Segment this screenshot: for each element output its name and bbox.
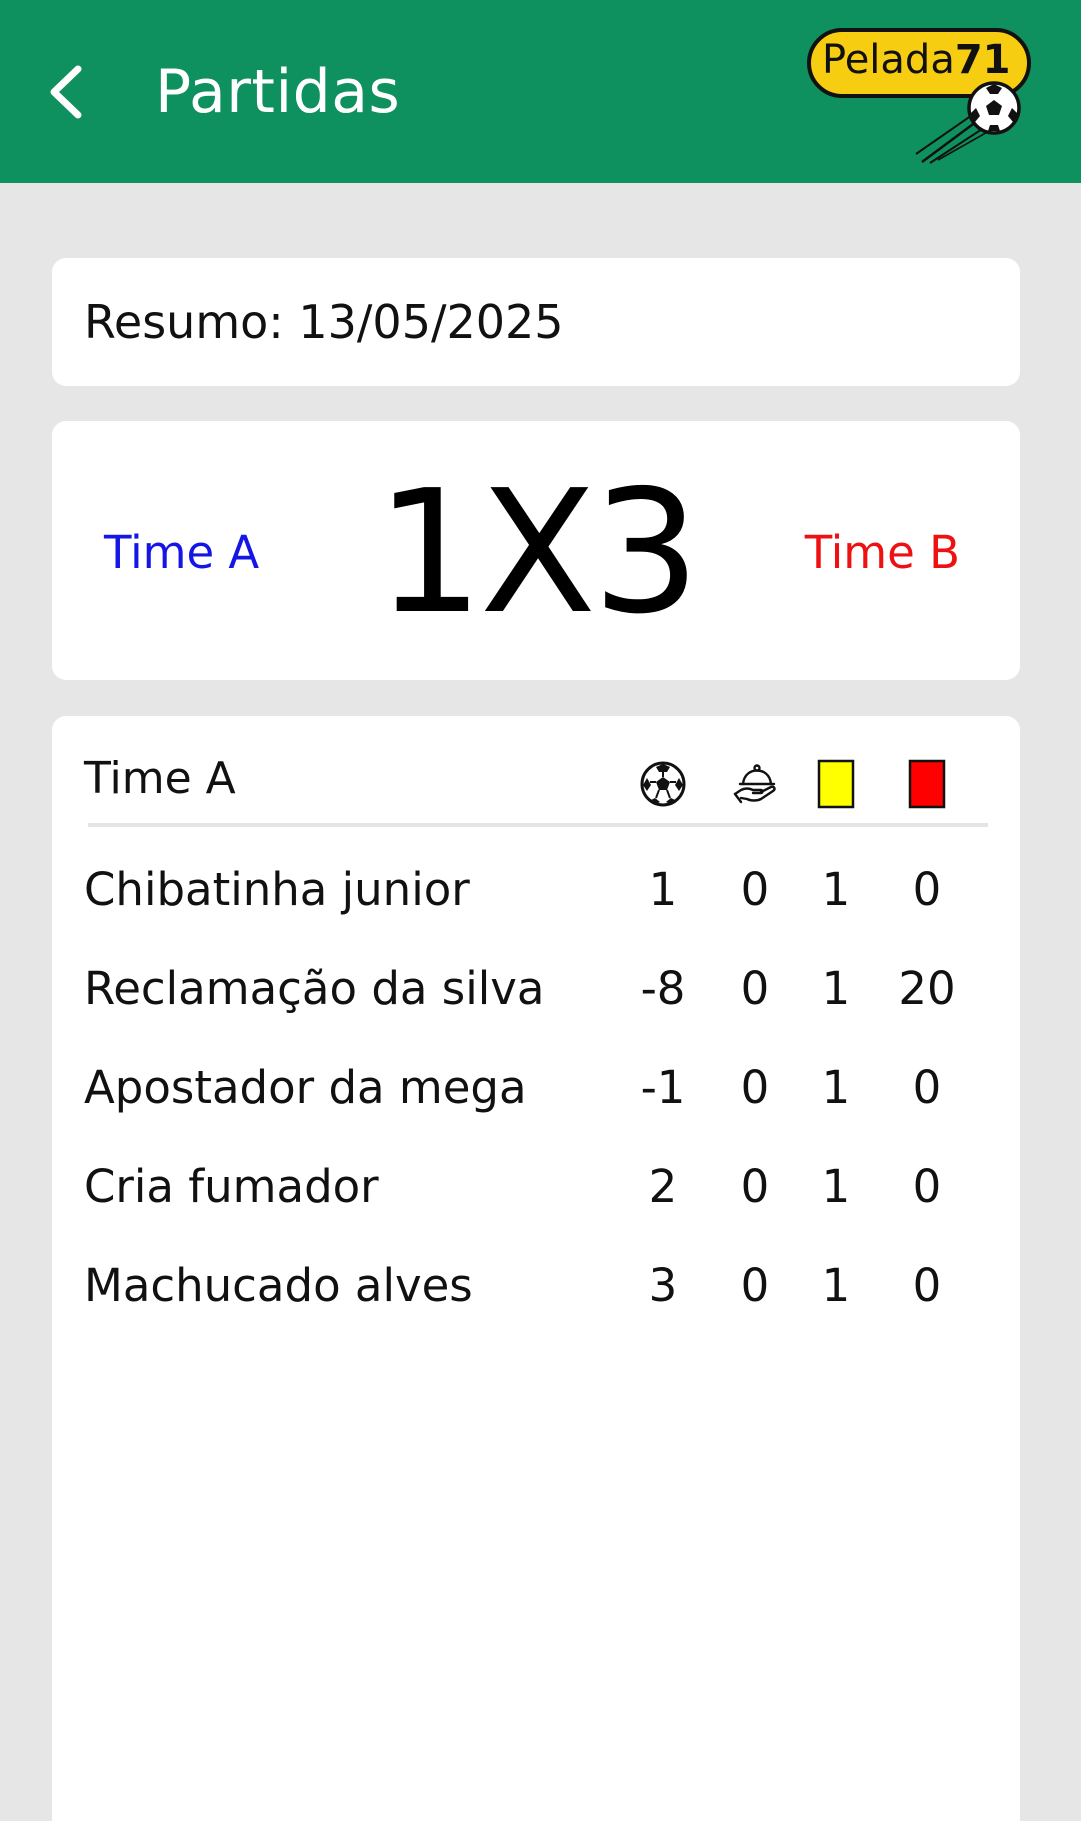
player-red-cards: 0 [912, 1259, 942, 1312]
player-row: Apostador da mega -1 0 1 0 [52, 1050, 1020, 1130]
scoreboard-card: Time A 1X3 Time B [52, 421, 1020, 680]
soccer-ball-icon [915, 81, 1021, 164]
chevron-left-icon [50, 65, 82, 119]
summary-card: Resumo: 13/05/2025 [52, 258, 1020, 386]
team-b-label: Time B [804, 526, 960, 579]
player-row: Reclamação da silva -8 0 1 20 [52, 951, 1020, 1031]
soccer-ball-icon [640, 761, 686, 807]
player-row: Cria fumador 2 0 1 0 [52, 1149, 1020, 1229]
player-name: Reclamação da silva [84, 962, 545, 1015]
player-row: Machucado alves 3 0 1 0 [52, 1248, 1020, 1328]
serving-hand-icon [733, 764, 776, 804]
player-red-cards: 0 [912, 863, 942, 916]
app-bar: Partidas Pelada71 [0, 0, 1081, 183]
player-red-cards: 0 [912, 1160, 942, 1213]
player-row: Chibatinha junior 1 0 1 0 [52, 852, 1020, 932]
player-yellow-cards: 1 [821, 1061, 851, 1114]
player-assists: 0 [740, 863, 770, 916]
player-goals: 1 [648, 863, 678, 916]
table-divider [88, 823, 988, 827]
player-assists: 0 [740, 1160, 770, 1213]
player-goals: 3 [648, 1259, 678, 1312]
player-goals: 2 [648, 1160, 678, 1213]
player-yellow-cards: 1 [821, 1259, 851, 1312]
page-title: Partidas [155, 57, 401, 127]
player-red-cards: 20 [898, 962, 956, 1015]
stats-team-title: Time A [84, 753, 236, 804]
yellow-card-icon [817, 759, 855, 809]
player-name: Chibatinha junior [84, 863, 470, 916]
player-assists: 0 [740, 1259, 770, 1312]
assists-column-header [730, 758, 780, 810]
player-assists: 0 [740, 962, 770, 1015]
player-name: Apostador da mega [84, 1061, 527, 1114]
back-button[interactable] [40, 55, 100, 130]
player-yellow-cards: 1 [821, 863, 851, 916]
player-yellow-cards: 1 [821, 962, 851, 1015]
stats-card: Time A Chibatinha junior 1 0 1 0 Reclama… [52, 716, 1020, 1821]
yellow-cards-column-header [811, 758, 861, 810]
player-assists: 0 [740, 1061, 770, 1114]
summary-date: Resumo: 13/05/2025 [84, 295, 564, 349]
red-cards-column-header [902, 758, 952, 810]
red-card-icon [908, 759, 946, 809]
goals-column-header [638, 758, 688, 810]
player-yellow-cards: 1 [821, 1160, 851, 1213]
app-logo: Pelada71 [800, 22, 1040, 167]
player-name: Cria fumador [84, 1160, 379, 1213]
player-goals: -1 [640, 1061, 686, 1114]
player-name: Machucado alves [84, 1259, 473, 1312]
player-red-cards: 0 [912, 1061, 942, 1114]
player-goals: -8 [640, 962, 686, 1015]
